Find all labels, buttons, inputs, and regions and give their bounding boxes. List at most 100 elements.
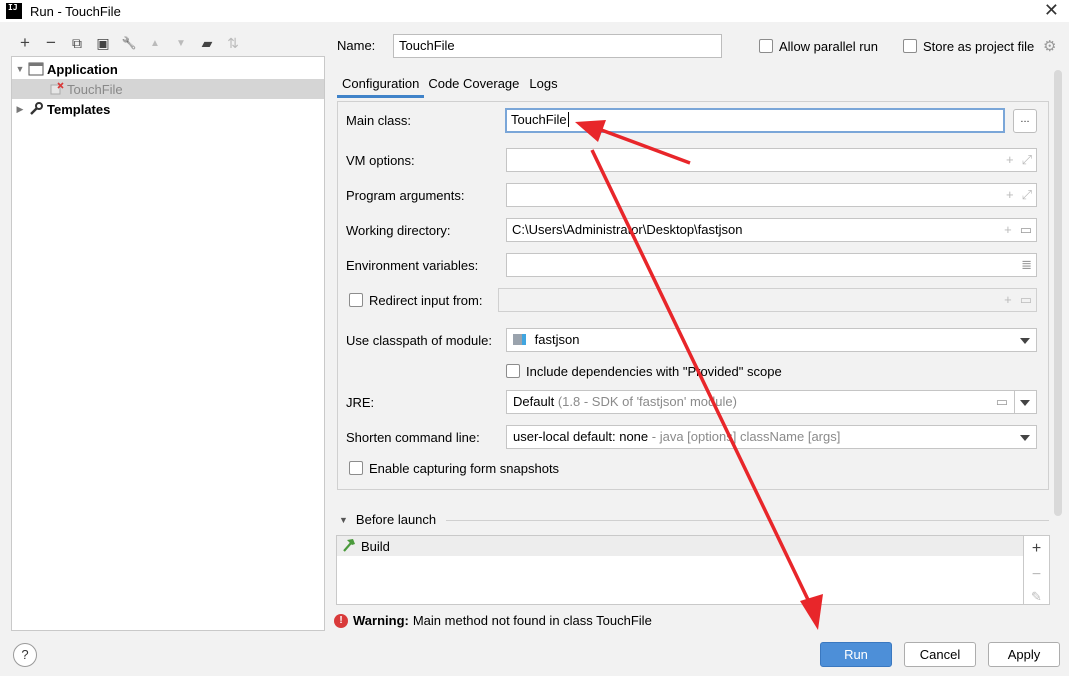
tab-code-coverage[interactable]: Code Coverage — [424, 72, 524, 98]
save-icon[interactable]: ▣ — [90, 32, 116, 54]
main-class-value: TouchFile — [511, 112, 567, 127]
chevron-down-icon[interactable]: ▼ — [339, 515, 348, 525]
classpath-value: fastjson — [534, 332, 580, 347]
chevron-down-icon[interactable] — [1020, 400, 1030, 406]
expand-icon[interactable]: ⤢ — [1022, 187, 1032, 203]
chevron-down-icon — [1020, 338, 1030, 344]
plus-icon[interactable]: + — [1006, 187, 1014, 203]
before-launch-header[interactable]: ▼ Before launch — [339, 512, 436, 527]
tree-item-touchfile[interactable]: TouchFile — [12, 79, 324, 99]
before-launch-list: Build — [336, 535, 1024, 605]
tree-label: TouchFile — [67, 81, 123, 97]
env-vars-input[interactable]: ≣ — [506, 253, 1037, 277]
snapshots-checkbox[interactable] — [349, 461, 363, 475]
plus-icon[interactable]: + — [1004, 292, 1012, 308]
remove-icon[interactable]: − — [1024, 562, 1049, 588]
redirect-input-field[interactable]: + ▭ — [498, 288, 1037, 312]
move-up-icon[interactable]: ▲ — [142, 32, 168, 54]
move-down-icon[interactable]: ▼ — [168, 32, 194, 54]
tree-label: Application — [47, 61, 118, 77]
folder-icon[interactable]: ▭ — [1020, 292, 1032, 308]
warning-title: Warning: — [353, 613, 409, 628]
copy-icon[interactable]: ⧉ — [64, 32, 90, 54]
folder-icon[interactable]: ▭ — [1020, 222, 1032, 238]
env-vars-label: Environment variables: — [346, 258, 479, 273]
intellij-logo-icon: IJ — [6, 3, 22, 19]
add-icon[interactable]: + — [12, 32, 38, 54]
list-icon[interactable]: ≣ — [1021, 257, 1032, 273]
remove-icon[interactable]: − — [38, 32, 64, 54]
list-item-label: Build — [361, 538, 390, 554]
vm-options-input[interactable]: + ⤢ — [506, 148, 1037, 172]
sort-icon[interactable]: ⇅ — [220, 32, 246, 54]
jre-label: JRE: — [346, 395, 375, 410]
hammer-icon — [341, 538, 357, 555]
plus-icon[interactable]: + — [1006, 152, 1014, 168]
classpath-label: Use classpath of module: — [346, 333, 492, 348]
help-button[interactable]: ? — [13, 643, 37, 667]
allow-parallel-label: Allow parallel run — [779, 39, 878, 54]
jre-select[interactable]: Default (1.8 - SDK of 'fastjson' module)… — [506, 390, 1037, 414]
shorten-cmd-select[interactable]: user-local default: none - java [options… — [506, 425, 1037, 449]
plus-icon[interactable]: + — [1004, 222, 1012, 238]
chevron-down-icon[interactable]: ▼ — [12, 64, 28, 74]
wrench-icon — [28, 102, 44, 116]
invalid-config-icon — [50, 82, 64, 96]
scrollbar[interactable] — [1054, 70, 1062, 516]
window-title: Run - TouchFile — [30, 3, 121, 19]
config-toolbar: + − ⧉ ▣ 🔧 ▲ ▼ ▰ ⇅ — [12, 32, 246, 54]
chevron-right-icon[interactable]: ▶ — [12, 104, 28, 115]
folder-add-icon[interactable]: ▰ — [194, 32, 220, 54]
chevron-down-icon — [1020, 435, 1030, 441]
working-dir-value: C:\Users\Administrator\Desktop\fastjson — [512, 222, 743, 237]
application-icon — [28, 62, 44, 76]
error-icon: ! — [334, 613, 348, 628]
include-deps-checkbox[interactable] — [506, 364, 520, 378]
tree-item-application[interactable]: ▼ Application — [12, 59, 324, 79]
program-args-label: Program arguments: — [346, 188, 465, 203]
add-icon[interactable]: + — [1024, 536, 1049, 562]
tab-bar: Configuration Code Coverage Logs — [337, 72, 563, 98]
warning-text: Main method not found in class TouchFile — [412, 613, 652, 628]
browse-main-class-button[interactable]: ... — [1013, 109, 1037, 133]
apply-button[interactable]: Apply — [988, 642, 1060, 667]
classpath-module-select[interactable]: fastjson — [506, 328, 1037, 352]
tab-configuration[interactable]: Configuration — [337, 72, 425, 98]
allow-parallel-checkbox[interactable] — [759, 39, 773, 53]
program-args-input[interactable]: + ⤢ — [506, 183, 1037, 207]
vm-options-label: VM options: — [346, 153, 415, 168]
redirect-input-checkbox[interactable] — [349, 293, 363, 307]
jre-hint: (1.8 - SDK of 'fastjson' module) — [557, 394, 737, 409]
store-project-label: Store as project file — [923, 39, 1035, 54]
list-item[interactable]: Build — [337, 536, 1023, 556]
expand-icon[interactable]: ⤢ — [1022, 152, 1032, 168]
tab-logs[interactable]: Logs — [524, 72, 562, 98]
jre-value: Default — [513, 394, 555, 409]
shorten-hint: - java [options] className [args] — [651, 429, 841, 444]
main-class-input[interactable]: TouchFile — [505, 108, 1005, 133]
tree-label: Templates — [47, 101, 111, 117]
tree-item-templates[interactable]: ▶ Templates — [12, 99, 324, 119]
wrench-icon[interactable]: 🔧 — [116, 32, 142, 54]
name-input[interactable]: TouchFile — [393, 34, 722, 58]
shorten-value: user-local default: none — [513, 429, 649, 444]
include-deps-label: Include dependencies with "Provided" sco… — [526, 364, 782, 379]
cancel-button[interactable]: Cancel — [904, 642, 976, 667]
snapshots-label: Enable capturing form snapshots — [369, 461, 560, 476]
run-button[interactable]: Run — [820, 642, 892, 667]
name-label: Name: — [337, 38, 376, 53]
before-launch-toolbar: + − ✎ — [1024, 535, 1050, 605]
working-dir-label: Working directory: — [346, 223, 451, 238]
folder-icon[interactable]: ▭ — [996, 394, 1008, 410]
store-project-checkbox[interactable] — [903, 39, 917, 53]
gear-icon[interactable]: ⚙ — [1043, 39, 1056, 54]
shorten-cmd-label: Shorten command line: — [346, 430, 480, 445]
redirect-input-label: Redirect input from: — [369, 293, 483, 308]
main-class-label: Main class: — [346, 113, 412, 128]
edit-icon[interactable]: ✎ — [1024, 588, 1049, 606]
close-icon[interactable]: ✕ — [1044, 1, 1059, 19]
working-dir-input[interactable]: C:\Users\Administrator\Desktop\fastjson … — [506, 218, 1037, 242]
module-icon — [513, 334, 526, 345]
title-bar: IJ Run - TouchFile ✕ — [0, 0, 1069, 22]
config-tree: ▼ Application TouchFile ▶ Templates — [11, 56, 325, 631]
